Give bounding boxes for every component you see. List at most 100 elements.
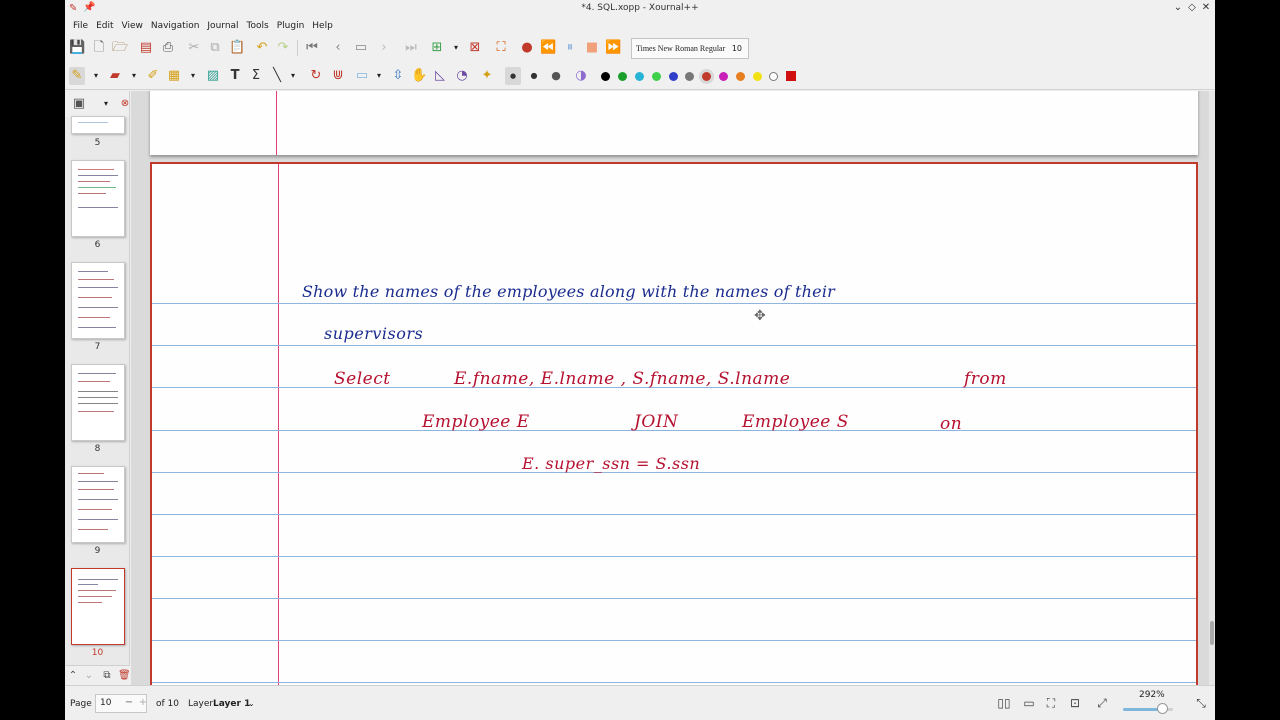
compass-icon[interactable]: ◔ xyxy=(454,67,470,85)
scrollbar-handle[interactable] xyxy=(1210,621,1214,645)
zoom-100-icon[interactable]: ⤢ xyxy=(1094,695,1110,711)
close-sidebar-icon[interactable]: ⊗ xyxy=(117,95,129,113)
current-color-indicator[interactable] xyxy=(786,71,796,81)
image-icon[interactable]: ▨ xyxy=(205,67,221,85)
rewind-icon[interactable]: ⏪ xyxy=(540,39,556,57)
pen-icon[interactable]: ✎ xyxy=(69,67,85,85)
sidebar-dropdown-icon[interactable]: ▾ xyxy=(101,95,111,113)
page-thumbnail[interactable] xyxy=(71,364,125,441)
print-icon[interactable]: ⎙ xyxy=(160,39,176,57)
menu-plugin[interactable]: Plugin xyxy=(273,21,309,31)
fullscreen-icon[interactable]: ⛶ xyxy=(493,39,509,57)
color-cyan[interactable] xyxy=(635,72,644,81)
zoom-fit-width-icon[interactable]: ⊡ xyxy=(1067,695,1083,711)
eraser-icon[interactable]: ▰ xyxy=(107,67,123,85)
insert-page-icon[interactable]: ⊞ xyxy=(429,39,445,57)
color-yellow[interactable] xyxy=(753,72,762,81)
copy-page-icon[interactable]: ⧉ xyxy=(101,668,113,684)
color-green[interactable] xyxy=(618,72,627,81)
layer-dropdown-icon[interactable]: ⌄ xyxy=(248,699,255,708)
pdf-text-select-icon[interactable]: ▦ xyxy=(166,67,182,85)
text-tool-icon[interactable]: T xyxy=(227,67,243,85)
color-white[interactable] xyxy=(769,72,778,81)
vertical-scrollbar[interactable] xyxy=(1209,91,1215,685)
pause-icon[interactable]: ⏸ xyxy=(562,39,578,57)
color-black[interactable] xyxy=(601,72,610,81)
open-folder-icon[interactable]: 🗁 xyxy=(112,39,128,57)
goto-page-icon[interactable]: ▭ xyxy=(353,39,369,57)
fullscreen-toggle-icon[interactable]: ⤡ xyxy=(1193,695,1209,711)
delete-page-icon[interactable]: ⊠ xyxy=(467,39,483,57)
select-rect-icon[interactable]: ▭ xyxy=(354,67,370,85)
eraser-dropdown-icon[interactable]: ▾ xyxy=(129,67,139,85)
latex-icon[interactable]: Σ xyxy=(248,67,264,85)
menu-tools[interactable]: Tools xyxy=(243,21,273,31)
delete-page-icon[interactable]: 🗑 xyxy=(118,668,131,684)
paste-icon[interactable]: 📋 xyxy=(229,39,245,57)
zoom-slider-handle[interactable] xyxy=(1157,703,1168,714)
keep-above-icon[interactable]: ◇ xyxy=(1185,1,1199,15)
setsquare-icon[interactable]: ◺ xyxy=(432,67,448,85)
last-page-icon[interactable]: ⏭ xyxy=(403,39,419,57)
page-decrement-icon[interactable]: − xyxy=(123,695,135,711)
copy-icon[interactable]: ⧉ xyxy=(207,39,223,57)
color-blue[interactable] xyxy=(669,72,678,81)
page-thumbnail[interactable] xyxy=(71,466,125,543)
new-document-icon[interactable]: 🗋 xyxy=(91,39,107,57)
page-thumbnail-selected[interactable] xyxy=(71,568,125,645)
menu-view[interactable]: View xyxy=(118,21,147,31)
ruler-magnet-icon[interactable]: ⋓ xyxy=(330,67,346,85)
font-selector[interactable]: Times New Roman Regular 10 xyxy=(631,38,749,59)
record-icon[interactable]: ● xyxy=(519,39,535,57)
export-pdf-icon[interactable]: ▤ xyxy=(138,39,154,57)
menu-navigation[interactable]: Navigation xyxy=(147,21,204,31)
shape-recognizer-icon[interactable]: ↻ xyxy=(308,67,324,85)
default-tool-icon[interactable]: ✦ xyxy=(479,67,495,85)
color-gray[interactable] xyxy=(685,72,694,81)
fast-forward-icon[interactable]: ⏩ xyxy=(605,39,621,57)
previous-page[interactable] xyxy=(150,91,1198,155)
select-dropdown-icon[interactable]: ▾ xyxy=(374,67,384,85)
page-thumbnail[interactable] xyxy=(71,160,125,237)
current-page[interactable]: Show the names of the employees along wi… xyxy=(150,162,1198,685)
color-red[interactable] xyxy=(702,72,711,81)
highlighter-icon[interactable]: ✐ xyxy=(145,67,161,85)
pen-dropdown-icon[interactable]: ▾ xyxy=(91,67,101,85)
hand-icon[interactable]: ✋ xyxy=(411,67,427,85)
vertical-space-icon[interactable]: ⇳ xyxy=(390,67,406,85)
redo-icon[interactable]: ↷ xyxy=(275,39,291,57)
thickness-fine-icon[interactable]: ● xyxy=(505,67,521,85)
sidebar-layout-icon[interactable]: ▣ xyxy=(71,95,87,113)
page-increment-icon[interactable]: + xyxy=(137,695,149,711)
next-page-icon[interactable]: › xyxy=(376,39,392,57)
color-lightgreen[interactable] xyxy=(652,72,661,81)
thickness-thick-icon[interactable]: ● xyxy=(548,67,564,85)
move-page-up-icon[interactable]: ⌃ xyxy=(67,668,79,684)
menu-help[interactable]: Help xyxy=(308,21,337,31)
stop-icon[interactable]: ■ xyxy=(584,39,600,57)
single-page-view-icon[interactable]: ▭ xyxy=(1021,695,1037,711)
zoom-fit-page-icon[interactable]: ⛶ xyxy=(1043,695,1059,711)
move-page-down-icon[interactable]: ⌄ xyxy=(83,668,95,684)
color-orange[interactable] xyxy=(736,72,745,81)
page-thumbnail[interactable] xyxy=(71,262,125,339)
menu-file[interactable]: File xyxy=(69,21,92,31)
color-magenta[interactable] xyxy=(719,72,728,81)
insert-page-dropdown-icon[interactable]: ▾ xyxy=(451,39,461,57)
layer-selector[interactable]: Layer 1 xyxy=(213,699,250,709)
minimize-icon[interactable]: ⌄ xyxy=(1171,1,1185,15)
menu-edit[interactable]: Edit xyxy=(92,21,117,31)
document-canvas[interactable]: Show the names of the employees along wi… xyxy=(131,91,1215,685)
undo-icon[interactable]: ↶ xyxy=(254,39,270,57)
shape-dropdown-icon[interactable]: ▾ xyxy=(288,67,298,85)
close-icon[interactable]: ✕ xyxy=(1199,1,1213,15)
menu-journal[interactable]: Journal xyxy=(203,21,242,31)
two-page-view-icon[interactable]: ▯▯ xyxy=(996,695,1012,711)
line-tool-icon[interactable]: ╲ xyxy=(269,67,285,85)
first-page-icon[interactable]: ⏮ xyxy=(304,39,320,57)
fill-opacity-icon[interactable]: ◑ xyxy=(573,67,589,85)
page-thumbnail[interactable] xyxy=(71,116,125,134)
text-select-dropdown-icon[interactable]: ▾ xyxy=(188,67,198,85)
cut-icon[interactable]: ✂ xyxy=(186,39,202,57)
save-icon[interactable]: 💾 xyxy=(69,39,85,57)
